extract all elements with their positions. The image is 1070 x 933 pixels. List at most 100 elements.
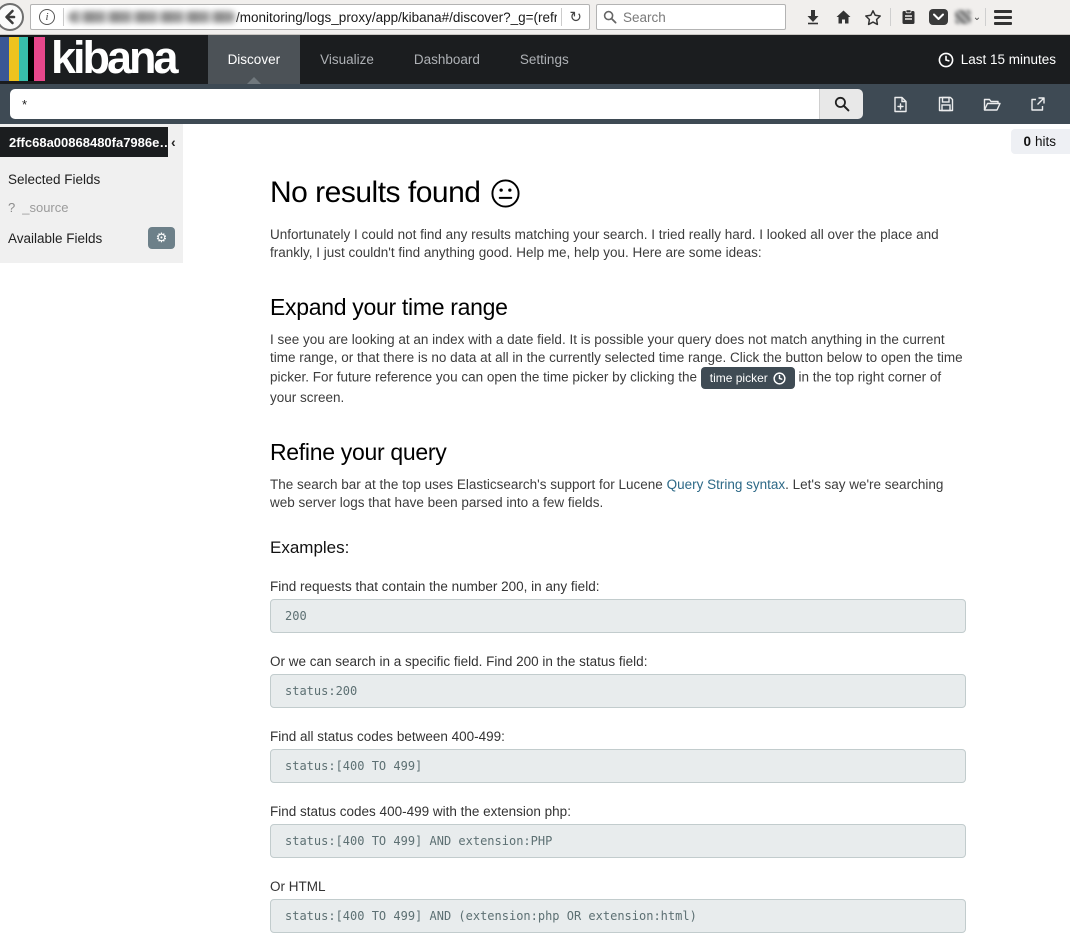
nav-tab-dashboard[interactable]: Dashboard	[394, 35, 500, 84]
timepicker-button[interactable]: Last 15 minutes	[924, 35, 1070, 84]
query-actions	[877, 89, 1061, 119]
field-type-icon: ?	[8, 200, 15, 215]
example-label: Find requests that contain the number 20…	[270, 579, 966, 594]
extension-button[interactable]: ⌄	[953, 2, 983, 32]
pocket-button[interactable]	[923, 2, 953, 32]
code-text: status:[400 TO 499] AND (extension:php O…	[285, 909, 697, 923]
menu-button[interactable]	[988, 2, 1018, 32]
nav-tab-visualize[interactable]: Visualize	[300, 35, 394, 84]
pocket-icon	[929, 9, 948, 25]
hits-badge: 0 hits	[1011, 129, 1070, 154]
query-bar	[0, 84, 1070, 124]
fields-panel: 2ffc68a00868480fa7986e… ‹ Selected Field…	[0, 124, 183, 263]
toolbar-separator	[890, 8, 891, 26]
back-button[interactable]	[0, 3, 24, 31]
index-pattern-selector[interactable]: 2ffc68a00868480fa7986e…	[0, 127, 168, 157]
home-icon	[835, 9, 852, 25]
url-bar[interactable]: i /monitoring/logs_proxy/app/kibana#/dis…	[30, 4, 590, 30]
hits-count: 0	[1023, 134, 1031, 149]
sidebar: 2ffc68a00868480fa7986e… ‹ Selected Field…	[0, 124, 183, 833]
logo-text: kibana	[51, 37, 176, 81]
neutral-face-icon	[490, 178, 521, 209]
query-group	[10, 89, 863, 119]
example-label: Find all status codes between 400-499:	[270, 729, 966, 744]
kibana-header: kibana Discover Visualize Dashboard Sett…	[0, 35, 1070, 84]
clock-icon	[773, 372, 786, 385]
new-document-icon	[893, 96, 908, 113]
example-code: 200	[270, 599, 966, 633]
nav-tab-settings[interactable]: Settings	[500, 35, 589, 84]
new-search-button[interactable]	[877, 89, 923, 119]
expand-time-range-text: I see you are looking at an index with a…	[270, 331, 966, 407]
refine-query-text: The search bar at the top uses Elasticse…	[270, 476, 966, 512]
bookmarks-clipboard-icon	[901, 9, 916, 25]
collapse-sidebar-icon[interactable]: ‹	[168, 134, 179, 150]
nav-tab-label: Settings	[520, 52, 569, 67]
extension-icon	[955, 10, 971, 24]
nav-tab-label: Dashboard	[414, 52, 480, 67]
downloads-button[interactable]	[798, 2, 828, 32]
no-results-title: No results found	[270, 176, 480, 210]
code-text: 200	[285, 609, 307, 623]
code-text: status:[400 TO 499]	[285, 759, 422, 773]
refine-text-before: The search bar at the top uses Elasticse…	[270, 477, 663, 492]
home-button[interactable]	[828, 2, 858, 32]
open-folder-icon	[983, 97, 1001, 112]
redacted-url-prefix	[68, 11, 236, 23]
refine-query-heading: Refine your query	[270, 439, 966, 466]
nav-tab-label: Visualize	[320, 52, 374, 67]
query-string-syntax-link[interactable]: Query String syntax	[667, 477, 786, 492]
nav-tab-discover[interactable]: Discover	[208, 35, 301, 84]
index-pattern-row: 2ffc68a00868480fa7986e… ‹	[0, 127, 183, 157]
time-picker-button[interactable]: time picker	[701, 367, 795, 389]
gear-icon: ⚙	[156, 230, 168, 246]
field-item-source[interactable]: ? _source	[8, 200, 183, 215]
search-placeholder: Search	[623, 10, 666, 25]
chevron-down-icon: ⌄	[973, 12, 981, 23]
example-code: status:[400 TO 499]	[270, 749, 966, 783]
example-code: status:[400 TO 499] AND extension:PHP	[270, 824, 966, 858]
index-pattern-name: 2ffc68a00868480fa7986e…	[9, 135, 168, 150]
toolbar-separator	[985, 8, 986, 26]
field-settings-button[interactable]: ⚙	[148, 227, 175, 249]
hits-label: hits	[1035, 134, 1056, 149]
timepicker-label: Last 15 minutes	[961, 52, 1056, 67]
bookmark-star-button[interactable]	[858, 2, 888, 32]
kibana-logo[interactable]: kibana	[0, 35, 190, 84]
hamburger-icon	[994, 10, 1012, 25]
expand-time-range-heading: Expand your time range	[270, 294, 966, 321]
download-icon	[805, 9, 821, 25]
site-info-icon[interactable]: i	[39, 9, 55, 25]
nav-tab-label: Discover	[228, 52, 281, 67]
save-floppy-icon	[938, 96, 954, 112]
browser-search-box[interactable]: Search	[596, 4, 786, 30]
search-icon	[834, 96, 850, 112]
toolbar-icons: ⌄	[798, 2, 1018, 32]
url-divider	[561, 8, 562, 26]
search-icon	[603, 10, 617, 24]
example-code: status:[400 TO 499] AND (extension:php O…	[270, 899, 966, 933]
field-name: _source	[22, 200, 68, 215]
query-search-button[interactable]	[819, 89, 863, 119]
clock-icon	[938, 52, 954, 68]
bookmarks-menu-button[interactable]	[893, 2, 923, 32]
save-search-button[interactable]	[923, 89, 969, 119]
share-button[interactable]	[1015, 89, 1061, 119]
url-divider	[63, 8, 64, 26]
example-code: status:200	[270, 674, 966, 708]
url-text: /monitoring/logs_proxy/app/kibana#/disco…	[236, 10, 557, 25]
browser-toolbar: i /monitoring/logs_proxy/app/kibana#/dis…	[0, 0, 1070, 35]
page-body: 0 hits 2ffc68a00868480fa7986e… ‹ Selected…	[0, 124, 1070, 833]
active-tab-arrow-icon	[247, 77, 261, 84]
page-title: No results found	[270, 176, 966, 210]
selected-fields-heading: Selected Fields	[8, 172, 183, 187]
open-search-button[interactable]	[969, 89, 1015, 119]
kibana-nav: Discover Visualize Dashboard Settings	[208, 35, 589, 84]
code-text: status:200	[285, 684, 357, 698]
code-text: status:[400 TO 499] AND extension:PHP	[285, 834, 552, 848]
intro-text: Unfortunately I could not find any resul…	[270, 226, 950, 262]
reload-icon[interactable]: ↻	[566, 8, 585, 26]
query-input[interactable]	[10, 89, 819, 119]
examples-heading: Examples:	[270, 538, 966, 558]
example-label: Or we can search in a specific field. Fi…	[270, 654, 966, 669]
